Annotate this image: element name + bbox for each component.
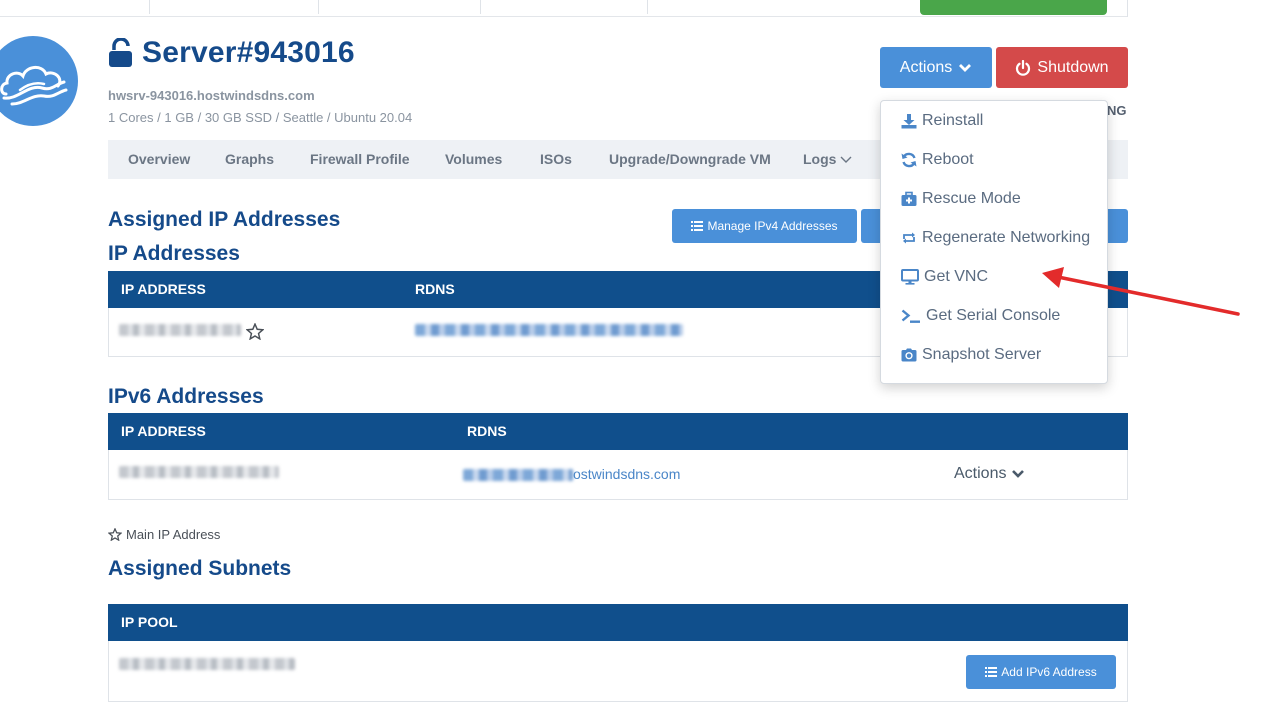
row-actions-label: Actions (954, 465, 1007, 482)
menu-item-reboot[interactable]: Reboot (901, 149, 974, 171)
actions-dropdown-menu: Reinstall Reboot Rescue Mode Regenerate … (880, 100, 1108, 384)
annotation-arrow-icon (1042, 267, 1240, 316)
divider (149, 0, 150, 14)
power-icon (1016, 59, 1031, 76)
manage-ipv4-label: Manage IPv4 Addresses (707, 219, 838, 233)
server-specs: 1 Cores / 1 GB / 30 GB SSD / Seattle / U… (108, 110, 413, 125)
manage-ipv4-button[interactable]: Manage IPv4 Addresses (672, 209, 857, 243)
add-ipv6-label: Add IPv6 Address (1001, 665, 1097, 679)
terminal-icon (901, 309, 920, 323)
list-icon (691, 221, 704, 231)
camera-icon (901, 348, 917, 362)
ip-addresses-heading: IP Addresses (108, 242, 240, 265)
shutdown-button-label: Shutdown (1037, 58, 1109, 76)
redacted-ip (119, 324, 241, 336)
menu-item-label: Rescue Mode (922, 190, 1021, 207)
add-ipv6-button[interactable]: Add IPv6 Address (966, 655, 1116, 689)
star-icon (108, 528, 122, 541)
menu-item-label: Regenerate Networking (922, 229, 1091, 246)
divider (480, 0, 481, 14)
main-ip-legend: Main IP Address (108, 527, 220, 542)
list-icon (985, 667, 998, 677)
redacted-rdns-prefix (463, 469, 573, 481)
medkit-icon (901, 191, 917, 206)
star-icon[interactable] (246, 323, 264, 340)
chevron-down-icon (959, 63, 972, 72)
chevron-down-icon (840, 156, 852, 163)
assigned-subnets-heading: Assigned Subnets (108, 557, 292, 580)
unlock-icon (109, 38, 132, 67)
shutdown-button[interactable]: Shutdown (996, 47, 1128, 88)
menu-item-label: Reinstall (922, 112, 984, 129)
row-actions-button[interactable]: Actions (954, 465, 1025, 483)
tab-logs-label: Logs (803, 151, 837, 167)
monitor-icon (901, 269, 919, 285)
column-rdns: RDNS (415, 281, 455, 297)
server-status: NG (1107, 103, 1127, 118)
column-ip-pool: IP POOL (121, 614, 178, 630)
top-green-button[interactable] (920, 0, 1107, 15)
redacted-ip-pool (119, 658, 295, 670)
server-header: Server#943016 (108, 36, 355, 70)
redacted-ipv6 (119, 466, 279, 478)
actions-button[interactable]: Actions (880, 47, 992, 88)
menu-item-reinstall[interactable]: Reinstall (901, 110, 983, 132)
menu-item-snapshot-server[interactable]: Snapshot Server (901, 344, 1041, 366)
tab-logs[interactable]: Logs (803, 140, 852, 179)
tab-upgrade-downgrade[interactable]: Upgrade/Downgrade VM (609, 140, 771, 179)
ipv6-table-header: IP ADDRESS RDNS (108, 413, 1128, 450)
subnets-table-header: IP POOL (108, 604, 1128, 641)
actions-button-label: Actions (899, 58, 953, 76)
menu-item-label: Reboot (922, 151, 974, 168)
menu-item-get-serial-console[interactable]: Get Serial Console (901, 305, 1060, 327)
divider (647, 0, 648, 14)
cloud-icon (0, 66, 68, 106)
table-row: Add IPv6 Address (108, 641, 1128, 702)
cloud-logo (0, 36, 78, 126)
tab-overview[interactable]: Overview (128, 140, 190, 179)
menu-item-label: Get VNC (924, 268, 989, 285)
chevron-down-icon (1012, 470, 1025, 478)
server-hostname: hwsrv-943016.hostwindsdns.com (108, 88, 315, 103)
refresh-icon (901, 152, 917, 168)
column-rdns: RDNS (467, 423, 507, 439)
rdns-link[interactable]: ostwindsdns.com (573, 466, 680, 482)
tab-volumes[interactable]: Volumes (445, 140, 502, 179)
table-row: ostwindsdns.com Actions (108, 450, 1128, 500)
divider (1127, 0, 1128, 17)
download-icon (901, 114, 917, 129)
column-ip-address: IP ADDRESS (121, 281, 206, 297)
retweet-icon (903, 232, 915, 244)
tab-firewall-profile[interactable]: Firewall Profile (310, 140, 410, 179)
assigned-ip-heading: Assigned IP Addresses (108, 208, 341, 231)
column-ip-address: IP ADDRESS (121, 423, 206, 439)
menu-item-regenerate-networking[interactable]: Regenerate Networking (901, 227, 1090, 249)
redacted-rdns-link[interactable] (415, 324, 683, 336)
menu-item-rescue-mode[interactable]: Rescue Mode (901, 188, 1021, 210)
menu-item-label: Snapshot Server (922, 346, 1042, 363)
tab-isos[interactable]: ISOs (540, 140, 572, 179)
page-title: Server#943016 (142, 36, 355, 69)
menu-item-get-vnc[interactable]: Get VNC (901, 266, 988, 288)
main-ip-label: Main IP Address (126, 527, 221, 542)
ipv6-heading: IPv6 Addresses (108, 385, 264, 408)
tab-graphs[interactable]: Graphs (225, 140, 274, 179)
divider (318, 0, 319, 14)
